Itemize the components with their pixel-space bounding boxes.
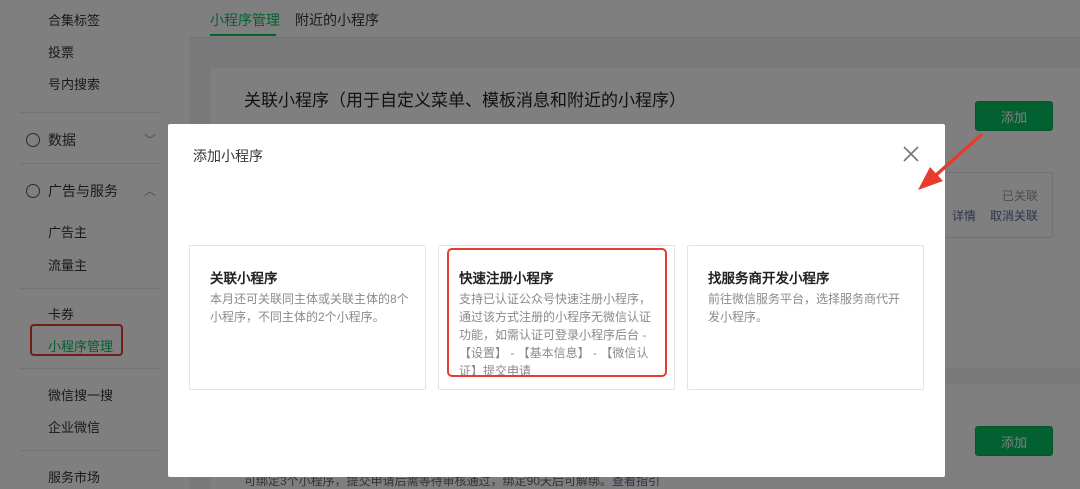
option-link-miniprogram[interactable]: 关联小程序 本月还可关联同主体或关联主体的8个小程序，不同主体的2个小程序。 bbox=[189, 245, 426, 390]
option-title: 快速注册小程序 bbox=[459, 271, 554, 286]
close-icon[interactable] bbox=[901, 144, 921, 164]
option-title: 找服务商开发小程序 bbox=[708, 271, 830, 286]
option-title: 关联小程序 bbox=[210, 271, 278, 286]
option-find-provider[interactable]: 找服务商开发小程序 前往微信服务平台，选择服务商代开发小程序。 bbox=[687, 245, 924, 390]
option-desc: 本月还可关联同主体或关联主体的8个小程序，不同主体的2个小程序。 bbox=[210, 292, 409, 324]
dialog-title: 添加小程序 bbox=[193, 148, 263, 164]
option-quick-register[interactable]: 快速注册小程序 支持已认证公众号快速注册小程序，通过该方式注册的小程序无微信认证… bbox=[438, 245, 675, 390]
option-desc: 前往微信服务平台，选择服务商代开发小程序。 bbox=[708, 292, 901, 324]
option-desc: 支持已认证公众号快速注册小程序，通过该方式注册的小程序无微信认证功能，如需认证可… bbox=[459, 292, 652, 378]
add-miniprogram-dialog: 添加小程序 关联小程序 本月还可关联同主体或关联主体的8个小程序，不同主体的2个… bbox=[168, 124, 945, 477]
